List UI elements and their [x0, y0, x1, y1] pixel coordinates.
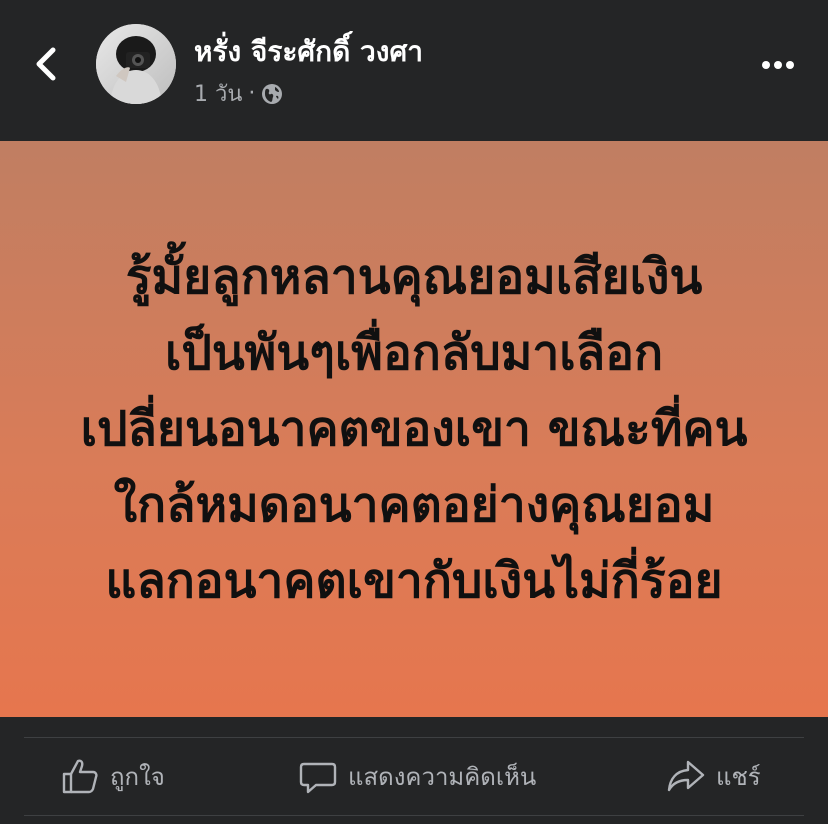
- post-view: หรั่ง จีระศักดิ์ วงศา 1 วัน · รู้มั้ยลูก…: [0, 0, 828, 824]
- post-text: รู้มั้ยลูกหลานคุณยอมเสียเงิน เป็นพันๆเพื…: [80, 249, 748, 609]
- like-label: ถูกใจ: [110, 762, 165, 791]
- like-button[interactable]: ถูกใจ: [60, 756, 165, 796]
- comment-label: แสดงความคิดเห็น: [348, 762, 537, 791]
- avatar[interactable]: [96, 24, 176, 104]
- comment-icon: [298, 756, 338, 796]
- post-meta: 1 วัน ·: [194, 76, 283, 111]
- globe-icon: [262, 83, 283, 104]
- post-actions-bar: ถูกใจ แสดงความคิดเห็น แชร์: [0, 738, 828, 818]
- meta-separator: ·: [248, 81, 256, 106]
- share-label: แชร์: [716, 762, 761, 791]
- comment-button[interactable]: แสดงความคิดเห็น: [298, 756, 536, 796]
- share-button[interactable]: แชร์: [666, 756, 761, 796]
- post-background: รู้มั้ยลูกหลานคุณยอมเสียเงิน เป็นพันๆเพื…: [0, 141, 828, 717]
- bottom-divider: [24, 815, 804, 816]
- post-time[interactable]: 1 วัน: [194, 76, 242, 111]
- author-name[interactable]: หรั่ง จีระศักดิ์ วงศา: [194, 30, 423, 74]
- chevron-left-icon: [36, 47, 56, 81]
- profile-photo: [96, 24, 176, 104]
- share-arrow-icon: [666, 756, 706, 796]
- thumbs-up-icon: [60, 756, 100, 796]
- back-button[interactable]: [26, 42, 66, 86]
- more-options-button[interactable]: [758, 50, 798, 80]
- more-horizontal-icon: [762, 61, 794, 69]
- post-header: หรั่ง จีระศักดิ์ วงศา 1 วัน ·: [0, 0, 828, 141]
